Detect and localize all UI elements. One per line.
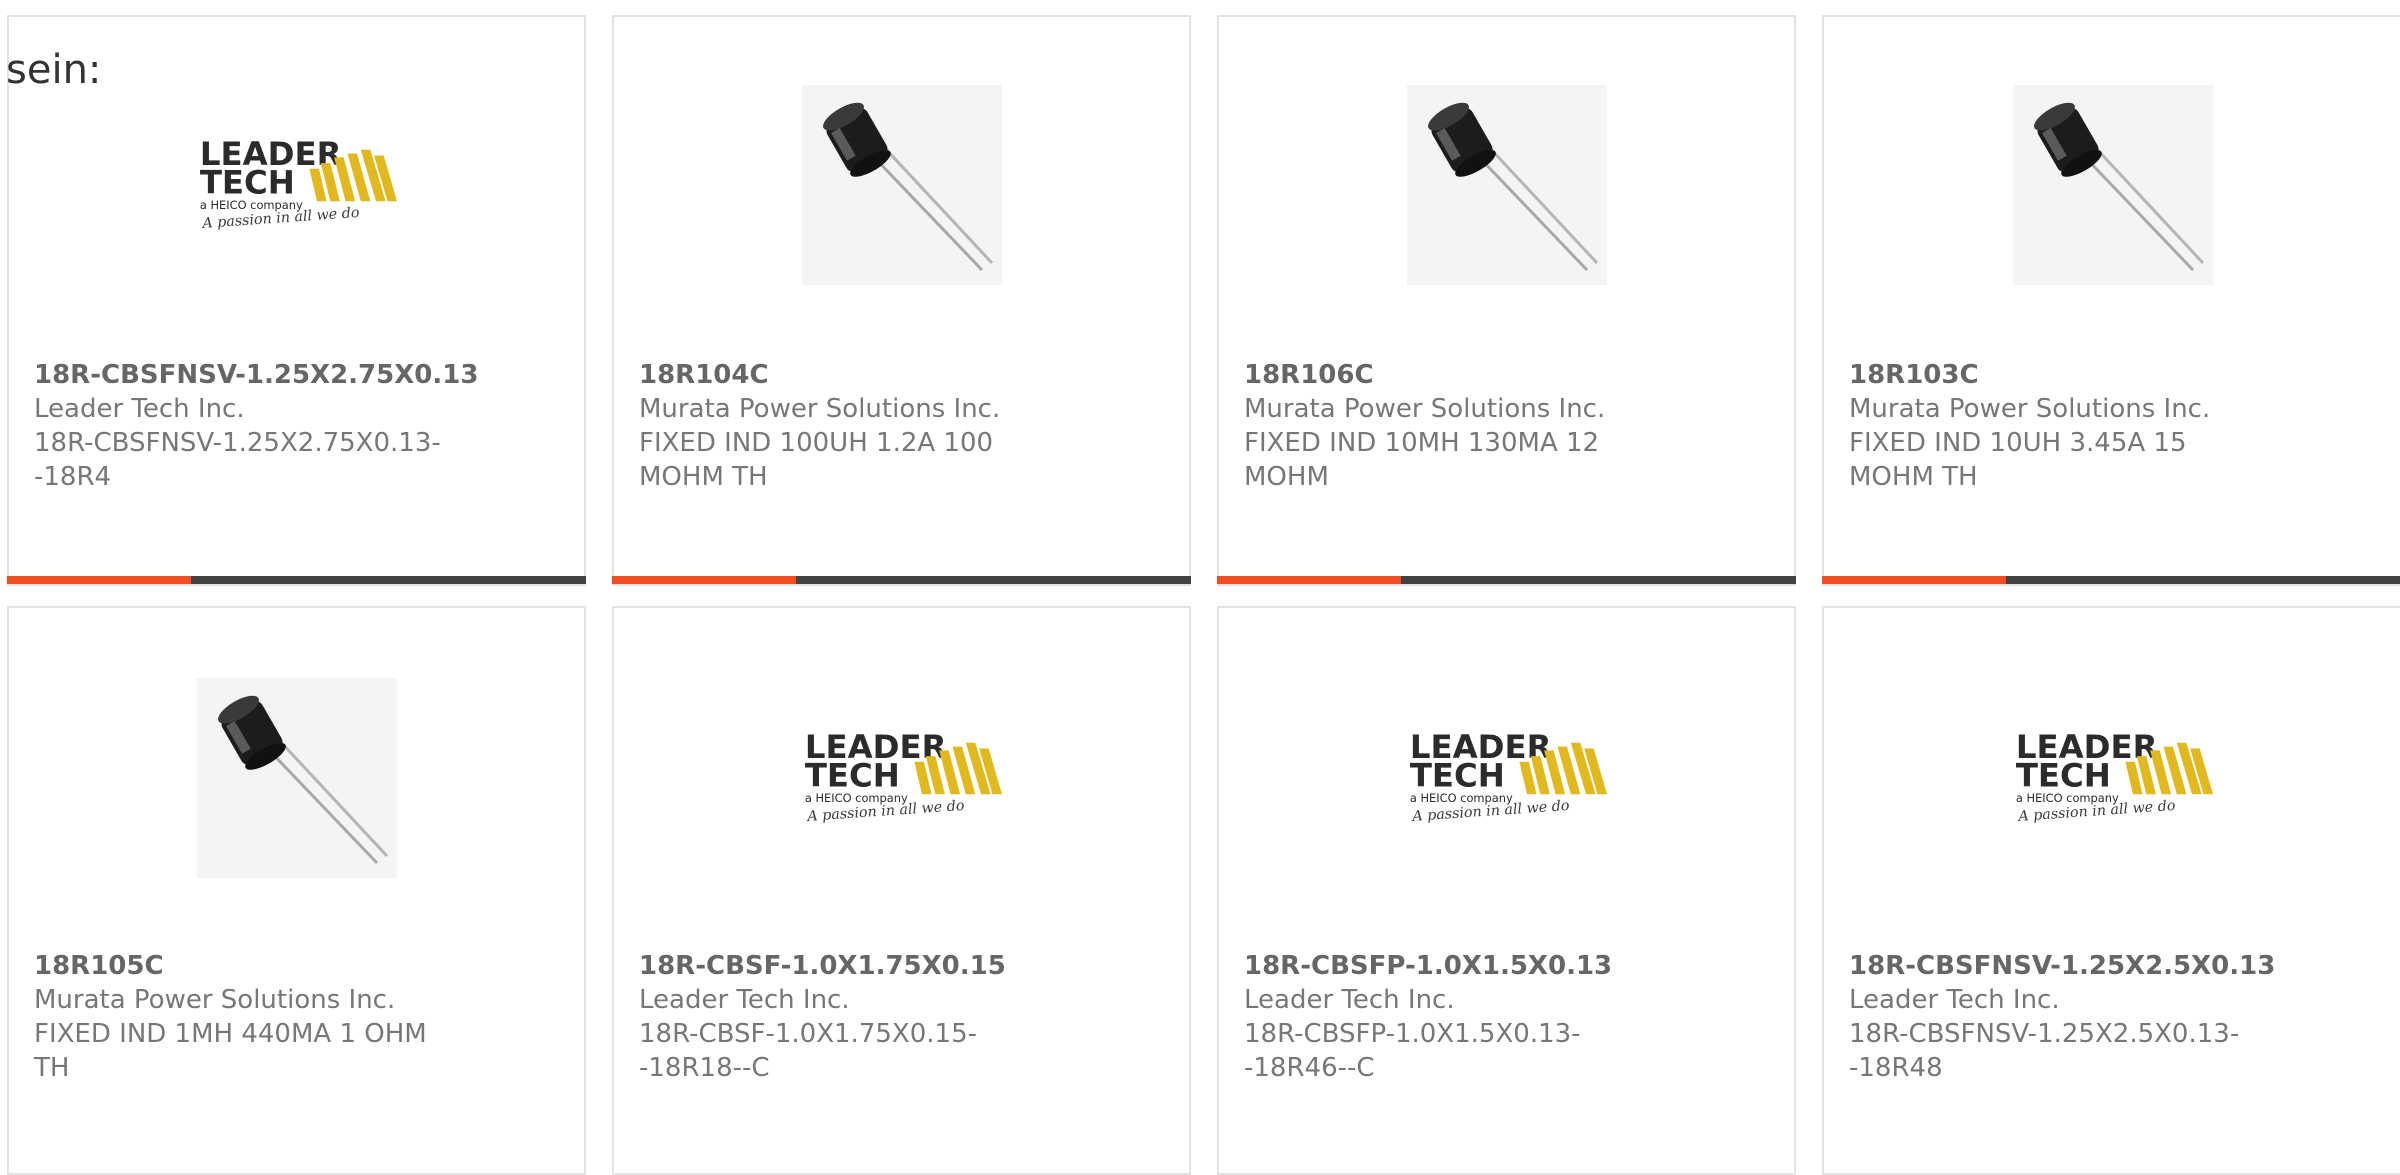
radial-inductor-image — [1406, 85, 1607, 285]
card-bar-accent — [612, 576, 796, 584]
manufacturer: Murata Power Solutions Inc. — [34, 985, 396, 1015]
product-card[interactable]: LEADER TECH a HEICO company A passion in… — [612, 606, 1191, 1175]
manufacturer: Leader Tech Inc. — [639, 985, 850, 1015]
card-bottom-bar — [1217, 576, 1796, 584]
product-description: FIXED IND 100UH 1.2A 100 MOHM TH — [639, 428, 994, 492]
product-description: 18R-CBSFNSV-1.25X2.75X0.13--18R4 — [34, 428, 441, 492]
leader-tech-logo-image: LEADER TECH a HEICO company A passion in… — [2013, 678, 2213, 878]
card-bar-accent — [7, 576, 191, 584]
card-bottom-bar — [7, 576, 586, 584]
manufacturer: Murata Power Solutions Inc. — [639, 394, 1001, 424]
leader-tech-logo-image: LEADER TECH a HEICO company A passion in… — [1407, 678, 1607, 878]
part-number[interactable]: 18R106C — [1244, 358, 1714, 392]
product-card[interactable]: LEADER TECH a HEICO company A passion in… — [1822, 606, 2400, 1175]
leader-tech-logo-image: LEADER TECH a HEICO company A passion in… — [802, 678, 1002, 878]
product-description: FIXED IND 1MH 440MA 1 OHM TH — [34, 1019, 427, 1083]
radial-inductor-image — [2012, 85, 2213, 285]
product-card[interactable]: 18R104C Murata Power Solutions Inc. FIXE… — [612, 15, 1191, 586]
product-card[interactable]: LEADER TECH a HEICO company A passion in… — [7, 15, 586, 586]
product-description: FIXED IND 10UH 3.45A 15 MOHM TH — [1849, 428, 2187, 492]
product-description: 18R-CBSF-1.0X1.75X0.15--18R18--C — [639, 1019, 977, 1083]
logo-line2-text: TECH — [2015, 757, 2110, 795]
part-number[interactable]: 18R-CBSFNSV-1.25X2.5X0.13 — [1849, 949, 2319, 983]
product-grid: LEADER TECH a HEICO company A passion in… — [7, 15, 2400, 1175]
part-number[interactable]: 18R-CBSFNSV-1.25X2.75X0.13 — [34, 358, 504, 392]
radial-inductor-image — [196, 678, 397, 878]
product-description: 18R-CBSFP-1.0X1.5X0.13--18R46--C — [1244, 1019, 1581, 1083]
manufacturer: Leader Tech Inc. — [1849, 985, 2060, 1015]
card-bottom-bar — [1822, 576, 2400, 584]
card-bottom-bar — [612, 576, 1191, 584]
part-number[interactable]: 18R105C — [34, 949, 504, 983]
manufacturer: Leader Tech Inc. — [34, 394, 245, 424]
card-bar-accent — [1822, 576, 2006, 584]
leader-tech-logo-image: LEADER TECH a HEICO company A passion in… — [197, 85, 397, 285]
logo-line2-text: TECH — [804, 757, 899, 795]
product-description: 18R-CBSFNSV-1.25X2.5X0.13--18R48 — [1849, 1019, 2240, 1083]
manufacturer: Leader Tech Inc. — [1244, 985, 1455, 1015]
logo-line2-text: TECH — [199, 164, 294, 202]
product-card[interactable]: 18R106C Murata Power Solutions Inc. FIXE… — [1217, 15, 1796, 586]
product-description: FIXED IND 10MH 130MA 12 MOHM — [1244, 428, 1600, 492]
part-number[interactable]: 18R103C — [1849, 358, 2319, 392]
radial-inductor-image — [801, 85, 1002, 285]
logo-line2-text: TECH — [1409, 757, 1504, 795]
product-card[interactable]: 18R103C Murata Power Solutions Inc. FIXE… — [1822, 15, 2400, 586]
part-number[interactable]: 18R-CBSFP-1.0X1.5X0.13 — [1244, 949, 1714, 983]
manufacturer: Murata Power Solutions Inc. — [1849, 394, 2211, 424]
card-bar-accent — [1217, 576, 1401, 584]
product-card[interactable]: 18R105C Murata Power Solutions Inc. FIXE… — [7, 606, 586, 1175]
intro-text: sein: — [6, 47, 102, 93]
part-number[interactable]: 18R104C — [639, 358, 1109, 392]
product-card[interactable]: LEADER TECH a HEICO company A passion in… — [1217, 606, 1796, 1175]
part-number[interactable]: 18R-CBSF-1.0X1.75X0.15 — [639, 949, 1109, 983]
manufacturer: Murata Power Solutions Inc. — [1244, 394, 1606, 424]
